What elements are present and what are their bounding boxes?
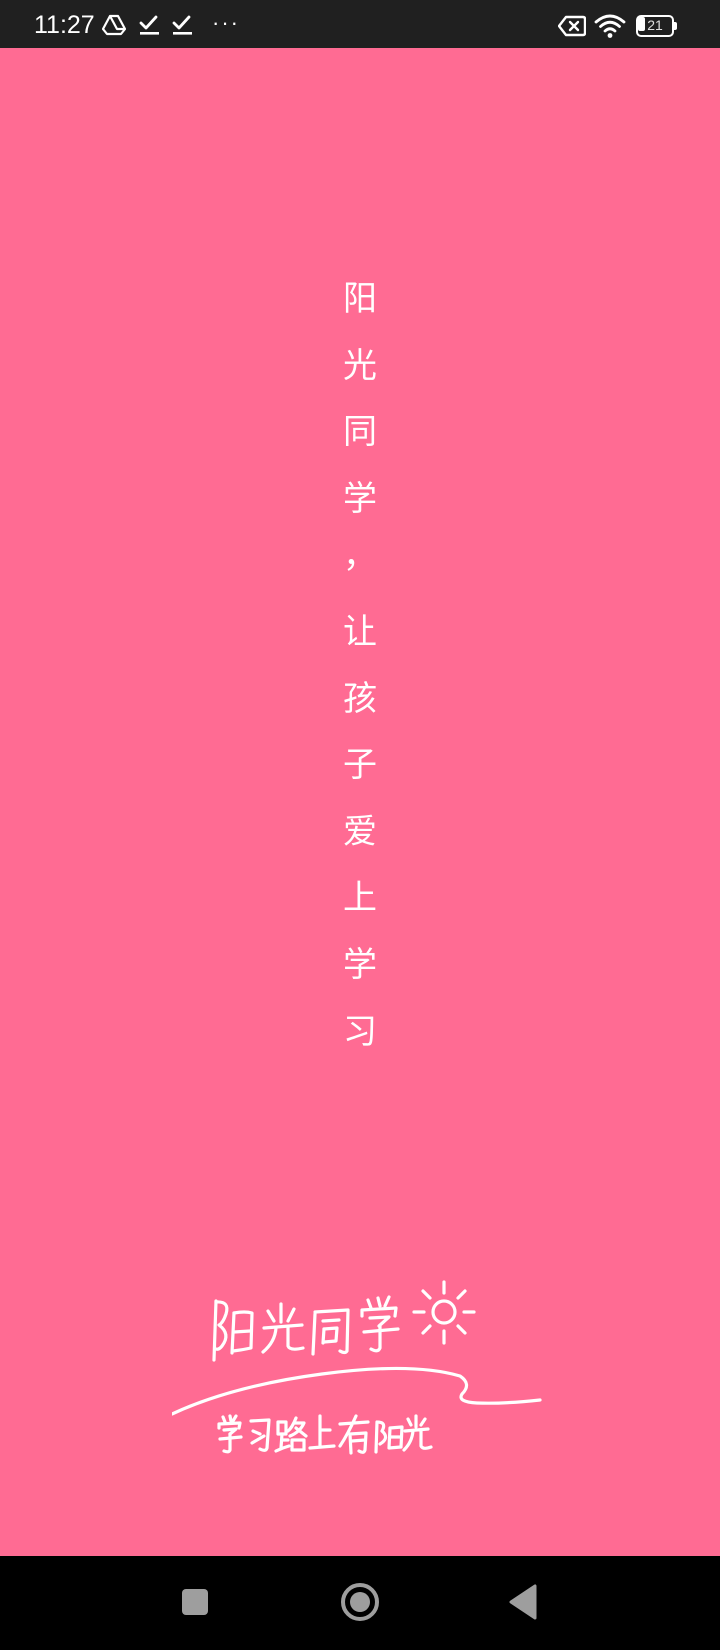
check-icon	[138, 14, 162, 36]
home-button[interactable]	[335, 1578, 385, 1628]
brand-logo	[172, 1276, 552, 1458]
recents-button[interactable]	[170, 1578, 220, 1628]
more-dots-icon: ···	[212, 10, 240, 35]
drive-icon	[102, 14, 126, 36]
slogan-char: 学	[343, 944, 377, 985]
slogan-char: 让	[343, 611, 377, 652]
slogan-char: 习	[343, 1011, 377, 1052]
slogan: 阳光同学，让孩子爱上学习	[340, 280, 380, 1079]
slogan-char: 孩	[343, 678, 377, 719]
slogan-char: 阳	[343, 279, 377, 319]
status-time: 11:27	[34, 11, 95, 39]
circle-icon	[341, 1583, 379, 1621]
check-icon	[171, 14, 195, 36]
wifi-icon	[594, 13, 626, 39]
square-icon	[182, 1589, 208, 1615]
navigation-bar	[0, 1556, 720, 1650]
slogan-char: 同	[343, 412, 377, 453]
splash-screen: 阳光同学，让孩子爱上学习	[0, 48, 720, 1556]
slogan-char: 爱	[343, 811, 377, 852]
battery-level: 21	[647, 17, 663, 33]
sun-icon	[412, 1280, 476, 1345]
slogan-char: 子	[343, 745, 377, 786]
back-triangle-icon	[509, 1584, 537, 1620]
no-sim-icon	[558, 15, 586, 37]
slogan-char: 光	[343, 345, 377, 386]
back-button[interactable]	[500, 1578, 550, 1628]
slogan-char: 上	[343, 878, 377, 919]
slogan-char: ，	[343, 536, 377, 577]
status-bar: 11:27 ··· 21	[0, 0, 720, 48]
battery-icon: 21	[636, 15, 677, 37]
